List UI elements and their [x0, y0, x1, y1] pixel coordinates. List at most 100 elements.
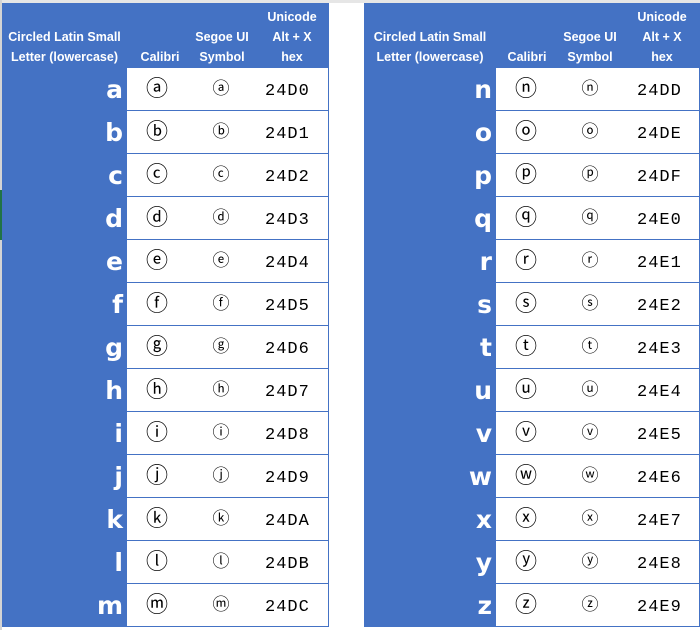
letter-cell[interactable]: h — [2, 369, 127, 412]
unicode-hex-cell[interactable]: 24E5 — [637, 414, 682, 457]
unicode-hex-cell[interactable]: 24E1 — [637, 242, 682, 285]
calibri-glyph-cell[interactable]: ⓒ — [127, 154, 187, 197]
segoe-glyph-cell[interactable]: ⓞ — [560, 111, 620, 154]
unicode-hex-cell[interactable]: 24E9 — [637, 586, 682, 629]
calibri-glyph-cell[interactable]: ⓞ — [496, 111, 556, 154]
header-letter[interactable]: Circled Latin Small Letter (lowercase) — [364, 27, 496, 67]
segoe-glyph-cell[interactable]: ⓓ — [191, 197, 251, 240]
calibri-glyph-cell[interactable]: ⓚ — [127, 498, 187, 541]
letter-cell[interactable]: g — [2, 326, 127, 369]
letter-cell[interactable]: f — [2, 283, 127, 326]
calibri-glyph-cell[interactable]: ⓢ — [496, 283, 556, 326]
calibri-glyph-cell[interactable]: ⓨ — [496, 541, 556, 584]
unicode-hex-cell[interactable]: 24D8 — [265, 414, 310, 457]
letter-cell[interactable]: m — [2, 584, 127, 627]
letter-cell[interactable]: s — [364, 283, 496, 326]
unicode-hex-cell[interactable]: 24DB — [265, 543, 310, 586]
letter-cell[interactable]: d — [2, 197, 127, 240]
segoe-glyph-cell[interactable]: ⓡ — [560, 240, 620, 283]
segoe-glyph-cell[interactable]: ⓚ — [191, 498, 251, 541]
calibri-glyph-cell[interactable]: ⓡ — [496, 240, 556, 283]
unicode-hex-cell[interactable]: 24D6 — [265, 328, 310, 371]
unicode-hex-cell[interactable]: 24E0 — [637, 199, 682, 242]
calibri-glyph-cell[interactable]: ⓗ — [127, 369, 187, 412]
letter-cell[interactable]: n — [364, 68, 496, 111]
segoe-glyph-cell[interactable]: ⓥ — [560, 412, 620, 455]
unicode-hex-cell[interactable]: 24D5 — [265, 285, 310, 328]
letter-cell[interactable]: x — [364, 498, 496, 541]
segoe-glyph-cell[interactable]: ⓣ — [560, 326, 620, 369]
segoe-glyph-cell[interactable]: ⓕ — [191, 283, 251, 326]
segoe-glyph-cell[interactable]: ⓦ — [560, 455, 620, 498]
letter-cell[interactable]: q — [364, 197, 496, 240]
unicode-hex-cell[interactable]: 24D0 — [265, 70, 310, 113]
calibri-glyph-cell[interactable]: ⓕ — [127, 283, 187, 326]
segoe-glyph-cell[interactable]: ⓤ — [560, 369, 620, 412]
calibri-glyph-cell[interactable]: ⓖ — [127, 326, 187, 369]
calibri-glyph-cell[interactable]: ⓠ — [496, 197, 556, 240]
unicode-hex-cell[interactable]: 24E8 — [637, 543, 682, 586]
calibri-glyph-cell[interactable]: ⓦ — [496, 455, 556, 498]
unicode-hex-cell[interactable]: 24E4 — [637, 371, 682, 414]
calibri-glyph-cell[interactable]: ⓥ — [496, 412, 556, 455]
letter-cell[interactable]: l — [2, 541, 127, 584]
unicode-hex-cell[interactable]: 24DD — [637, 70, 682, 113]
calibri-glyph-cell[interactable]: ⓘ — [127, 412, 187, 455]
letter-cell[interactable]: c — [2, 154, 127, 197]
letter-cell[interactable]: a — [2, 68, 127, 111]
unicode-hex-cell[interactable]: 24D9 — [265, 457, 310, 500]
calibri-glyph-cell[interactable]: ⓧ — [496, 498, 556, 541]
header-unicode[interactable]: Unicode Alt + X hex — [257, 7, 327, 67]
unicode-hex-cell[interactable]: 24D3 — [265, 199, 310, 242]
calibri-glyph-cell[interactable]: ⓣ — [496, 326, 556, 369]
unicode-hex-cell[interactable]: 24DF — [637, 156, 682, 199]
calibri-glyph-cell[interactable]: ⓟ — [496, 154, 556, 197]
calibri-glyph-cell[interactable]: ⓑ — [127, 111, 187, 154]
letter-cell[interactable]: k — [2, 498, 127, 541]
segoe-glyph-cell[interactable]: ⓧ — [560, 498, 620, 541]
segoe-glyph-cell[interactable]: ⓝ — [560, 68, 620, 111]
calibri-glyph-cell[interactable]: ⓩ — [496, 584, 556, 627]
unicode-hex-cell[interactable]: 24E7 — [637, 500, 682, 543]
segoe-glyph-cell[interactable]: ⓛ — [191, 541, 251, 584]
calibri-glyph-cell[interactable]: ⓛ — [127, 541, 187, 584]
letter-cell[interactable]: p — [364, 154, 496, 197]
segoe-glyph-cell[interactable]: ⓟ — [560, 154, 620, 197]
unicode-hex-cell[interactable]: 24E2 — [637, 285, 682, 328]
segoe-glyph-cell[interactable]: ⓜ — [191, 584, 251, 627]
segoe-glyph-cell[interactable]: ⓐ — [191, 68, 251, 111]
segoe-glyph-cell[interactable]: ⓙ — [191, 455, 251, 498]
unicode-hex-cell[interactable]: 24DA — [265, 500, 310, 543]
unicode-hex-cell[interactable]: 24D1 — [265, 113, 310, 156]
header-segoe[interactable]: Segoe UI Symbol — [190, 27, 254, 67]
segoe-glyph-cell[interactable]: ⓑ — [191, 111, 251, 154]
letter-cell[interactable]: w — [364, 455, 496, 498]
header-unicode[interactable]: Unicode Alt + X hex — [626, 7, 698, 67]
letter-cell[interactable]: e — [2, 240, 127, 283]
letter-cell[interactable]: b — [2, 111, 127, 154]
letter-cell[interactable]: z — [364, 584, 496, 627]
calibri-glyph-cell[interactable]: ⓝ — [496, 68, 556, 111]
unicode-hex-cell[interactable]: 24D2 — [265, 156, 310, 199]
unicode-hex-cell[interactable]: 24E3 — [637, 328, 682, 371]
header-calibri[interactable]: Calibri — [496, 47, 558, 67]
letter-cell[interactable]: y — [364, 541, 496, 584]
segoe-glyph-cell[interactable]: ⓔ — [191, 240, 251, 283]
segoe-glyph-cell[interactable]: ⓩ — [560, 584, 620, 627]
letter-cell[interactable]: v — [364, 412, 496, 455]
calibri-glyph-cell[interactable]: ⓜ — [127, 584, 187, 627]
segoe-glyph-cell[interactable]: ⓢ — [560, 283, 620, 326]
calibri-glyph-cell[interactable]: ⓐ — [127, 68, 187, 111]
letter-cell[interactable]: u — [364, 369, 496, 412]
letter-cell[interactable]: o — [364, 111, 496, 154]
calibri-glyph-cell[interactable]: ⓤ — [496, 369, 556, 412]
segoe-glyph-cell[interactable]: ⓘ — [191, 412, 251, 455]
unicode-hex-cell[interactable]: 24DE — [637, 113, 682, 156]
calibri-glyph-cell[interactable]: ⓓ — [127, 197, 187, 240]
header-letter[interactable]: Circled Latin Small Letter (lowercase) — [2, 27, 127, 67]
segoe-glyph-cell[interactable]: ⓗ — [191, 369, 251, 412]
letter-cell[interactable]: i — [2, 412, 127, 455]
letter-cell[interactable]: t — [364, 326, 496, 369]
segoe-glyph-cell[interactable]: ⓠ — [560, 197, 620, 240]
unicode-hex-cell[interactable]: 24D4 — [265, 242, 310, 285]
